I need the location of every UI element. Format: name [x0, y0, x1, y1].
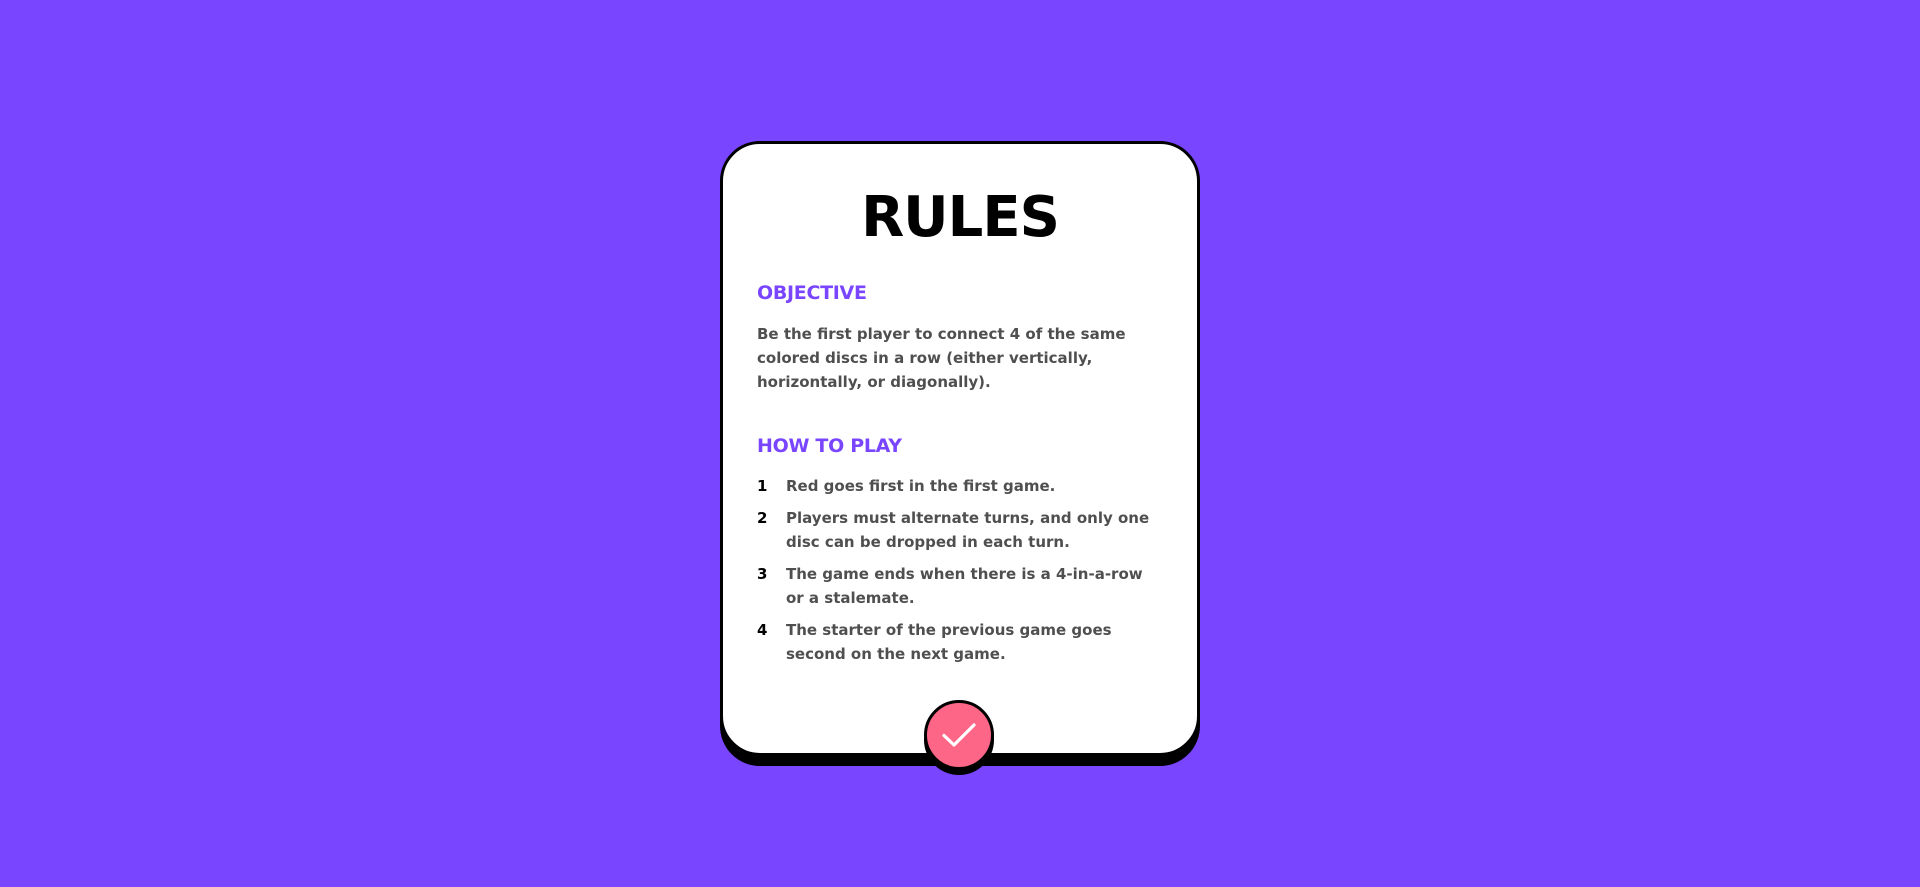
- rules-title: RULES: [861, 185, 1060, 250]
- rule-step-number: 3: [757, 565, 768, 583]
- rule-step: 1 Red goes first in the first game.: [757, 474, 1163, 498]
- rules-steps-list: 1 Red goes first in the first game. 2 Pl…: [757, 474, 1163, 666]
- rule-step-text: The starter of the previous game goes se…: [786, 621, 1112, 663]
- rule-step: 2 Players must alternate turns, and only…: [757, 506, 1163, 554]
- rule-step-number: 1: [757, 477, 768, 495]
- rule-step-text: The game ends when there is a 4-in-a-row…: [786, 565, 1143, 607]
- check-icon: [942, 723, 976, 747]
- objective-heading: OBJECTIVE: [757, 282, 867, 304]
- rule-step: 4 The starter of the previous game goes …: [757, 618, 1163, 666]
- rule-step-text: Players must alternate turns, and only o…: [786, 509, 1150, 551]
- objective-text: Be the first player to connect 4 of the …: [757, 325, 1126, 391]
- rule-step-number: 2: [757, 509, 768, 527]
- rules-card: RULES OBJECTIVE Be the first player to c…: [720, 141, 1200, 756]
- rule-step-number: 4: [757, 621, 768, 639]
- how-to-play-heading: HOW TO PLAY: [757, 435, 902, 457]
- confirm-button[interactable]: [924, 700, 994, 770]
- rule-step: 3 The game ends when there is a 4-in-a-r…: [757, 562, 1163, 610]
- rule-step-text: Red goes first in the first game.: [786, 477, 1056, 495]
